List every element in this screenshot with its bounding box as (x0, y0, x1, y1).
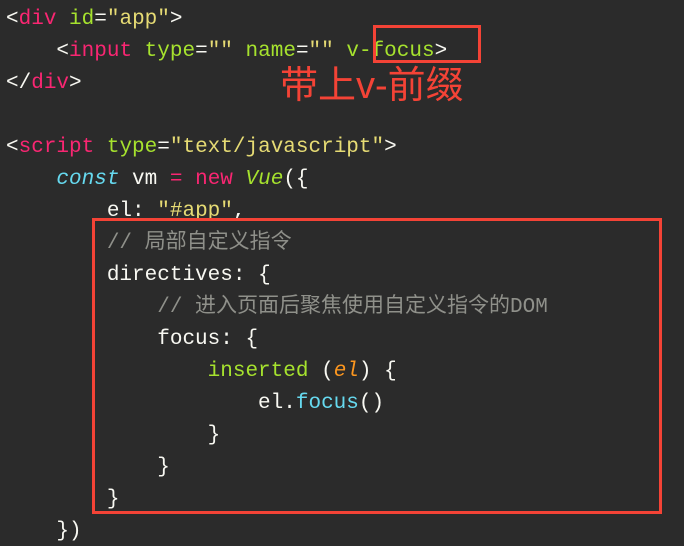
code-block: <div id="app"> <input type="" name="" v-… (0, 0, 684, 546)
